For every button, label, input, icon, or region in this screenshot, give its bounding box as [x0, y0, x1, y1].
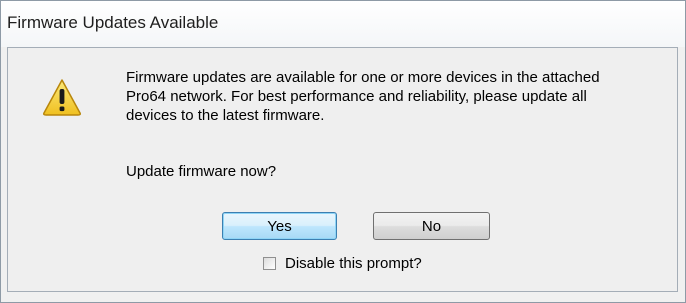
message-line: Firmware updates are available for one o…: [126, 69, 600, 86]
message-text: Firmware updates are available for one o…: [126, 68, 666, 125]
no-button[interactable]: No: [373, 212, 490, 240]
disable-prompt-checkbox[interactable]: [263, 257, 276, 270]
yes-button[interactable]: Yes: [222, 212, 337, 240]
dialog-content: Firmware updates are available for one o…: [7, 47, 678, 292]
warning-icon: [43, 79, 81, 116]
disable-prompt-row[interactable]: Disable this prompt?: [263, 255, 422, 272]
message-line: Pro64 network. For best performance and …: [126, 88, 587, 105]
question-text: Update firmware now?: [126, 163, 277, 180]
window-title: Firmware Updates Available: [7, 13, 219, 32]
disable-prompt-label[interactable]: Disable this prompt?: [285, 255, 422, 272]
message-line: devices to the latest firmware.: [126, 107, 325, 124]
dialog-window: Firmware Updates Available Firmware upda…: [0, 0, 686, 303]
title-bar[interactable]: Firmware Updates Available: [1, 1, 685, 47]
